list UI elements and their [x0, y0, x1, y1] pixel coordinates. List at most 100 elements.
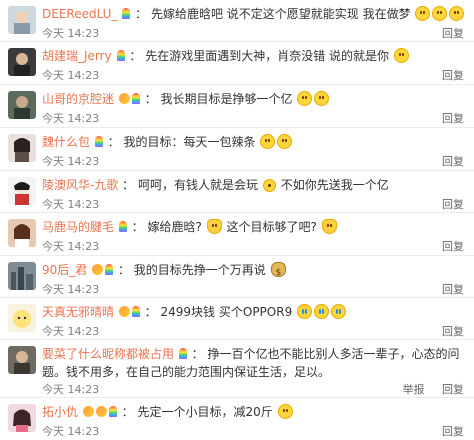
reply-button[interactable]: 回复 — [442, 283, 464, 296]
reply-button[interactable]: 回复 — [442, 69, 464, 82]
comment-body: 先定一个小目标，减20斤 — [137, 405, 273, 419]
comment-body: 2499块钱 买个OPPOR9 — [160, 305, 293, 319]
comment-body: 嫁给鹿晗? — [147, 220, 202, 234]
rainbow-badge-icon — [131, 93, 140, 104]
crying-emoji-icon — [314, 304, 330, 319]
comment-username[interactable]: 天真无邪晴晴 — [42, 305, 114, 319]
reply-button[interactable]: 回复 — [442, 198, 464, 211]
comment-body: 我长期目标是挣够一个亿 — [160, 92, 293, 106]
comment-text: 要菜了什么昵称都被占用 ： 挣一百个亿也不能比别人多活一辈子，心态的问题。钱不用… — [42, 347, 460, 379]
comment-item: 马鹿马的腱毛 ： 嫁给鹿晗? 这个目标够了吧? 今天 14:23 回复 — [0, 213, 474, 256]
comment-body: 先嫁给鹿晗吧 说不定这个愿望就能实现 我在做梦 — [150, 7, 411, 21]
emoji-icon — [262, 179, 276, 192]
emoji-icon — [314, 91, 330, 106]
comment-time: 今天 14:23 — [42, 283, 100, 296]
comment-time: 今天 14:23 — [42, 112, 100, 125]
comment-body-tail: 不如你先送我一个亿 — [280, 178, 389, 192]
cat-emoji-icon — [321, 219, 337, 234]
avatar[interactable] — [8, 262, 36, 290]
vip-badge-icon — [92, 264, 104, 275]
reply-button[interactable]: 回复 — [442, 112, 464, 125]
comment-username[interactable]: 胡建瑞_Jerry — [42, 49, 112, 63]
emoji-icon — [277, 404, 293, 419]
comment-username[interactable]: 山哥的京腔迷 — [42, 92, 114, 106]
rainbow-badge-icon — [118, 221, 127, 232]
comment-username[interactable]: DEEReedLU_ — [42, 7, 117, 21]
comment-time: 今天 14:23 — [42, 325, 100, 338]
comment-time: 今天 14:23 — [42, 240, 100, 253]
avatar[interactable] — [8, 177, 36, 205]
avatar[interactable] — [8, 304, 36, 332]
vip-badge-icon — [95, 406, 107, 417]
reply-button[interactable]: 回复 — [442, 155, 464, 168]
comment-time: 今天 14:23 — [42, 155, 100, 168]
emoji-icon — [277, 134, 293, 149]
rainbow-badge-icon — [116, 50, 125, 61]
comment-text: 天真无邪晴晴 ： 2499块钱 买个OPPOR9 — [42, 303, 466, 321]
crying-emoji-icon — [297, 304, 313, 319]
comment-body: 呵呵，有钱人就是会玩 — [138, 178, 259, 192]
report-button[interactable]: 举报 — [403, 383, 425, 396]
comment-item: 陵澳风华-九歌 ： 呵呵，有钱人就是会玩 不如你先送我一个亿 今天 14:23 … — [0, 171, 474, 213]
comment-item: 拓小仇 ： 先定一个小目标，减20斤 今天 14:23 回复 — [0, 398, 474, 440]
avatar[interactable] — [8, 91, 36, 119]
avatar[interactable] — [8, 48, 36, 76]
rainbow-badge-icon — [131, 306, 140, 317]
comment-body: 我的目标：每天一包辣条 — [123, 135, 256, 149]
comment-time: 今天 14:23 — [42, 198, 100, 211]
emoji-icon — [260, 134, 276, 149]
comment-text: DEEReedLU_ ： 先嫁给鹿晗吧 说不定这个愿望就能实现 我在做梦 — [42, 5, 466, 23]
comment-username[interactable]: 马鹿马的腱毛 — [42, 220, 114, 234]
comment-username[interactable]: 拓小仇 — [42, 405, 78, 419]
comment-item: 胡建瑞_Jerry ： 先在游戏里面遇到大神，肖奈没错 说的就是你 今天 14:… — [0, 42, 474, 85]
comment-text: 90后_君 ： 我的目标先挣一个万再说 — [42, 261, 466, 282]
comment-text: 陵澳风华-九歌 ： 呵呵，有钱人就是会玩 不如你先送我一个亿 — [42, 178, 389, 192]
vip-badge-icon — [82, 406, 94, 417]
comment-item: DEEReedLU_ ： 先嫁给鹿晗吧 说不定这个愿望就能实现 我在做梦 今天 … — [0, 0, 474, 42]
rainbow-badge-icon — [122, 8, 131, 19]
emoji-icon — [449, 6, 465, 21]
avatar[interactable] — [8, 6, 36, 34]
emoji-icon — [393, 48, 409, 63]
comment-text: 山哥的京腔迷 ： 我长期目标是挣够一个亿 — [42, 90, 466, 108]
avatar[interactable] — [8, 134, 36, 162]
reply-button[interactable]: 回复 — [442, 425, 464, 438]
reply-button[interactable]: 回复 — [442, 325, 464, 338]
rainbow-badge-icon — [108, 406, 117, 417]
comment-item: 天真无邪晴晴 ： 2499块钱 买个OPPOR9 今天 14:23 回复 — [0, 298, 474, 340]
rainbow-badge-icon — [94, 136, 103, 147]
reply-button[interactable]: 回复 — [442, 27, 464, 40]
rainbow-badge-icon — [178, 348, 187, 359]
comment-item: 要菜了什么昵称都被占用 ： 挣一百个亿也不能比别人多活一辈子，心态的问题。钱不用… — [0, 340, 474, 398]
avatar[interactable] — [8, 219, 36, 247]
vip-badge-icon — [118, 306, 130, 317]
comment-time: 今天 14:23 — [42, 425, 100, 438]
emoji-icon — [415, 6, 431, 21]
comment-username[interactable]: 魏什么包 — [42, 135, 90, 149]
comment-body: 我的目标先挣一个万再说 — [133, 263, 266, 277]
comment-item: 山哥的京腔迷 ： 我长期目标是挣够一个亿 今天 14:23 回复 — [0, 85, 474, 128]
avatar[interactable] — [8, 346, 36, 374]
comment-text: 拓小仇 ： 先定一个小目标，减20斤 — [42, 403, 466, 421]
vip-badge-icon — [118, 93, 130, 104]
cat-emoji-icon — [206, 219, 222, 234]
reply-button[interactable]: 回复 — [442, 240, 464, 253]
rainbow-badge-icon — [105, 264, 114, 275]
comment-time: 今天 14:23 — [42, 383, 100, 396]
comment-time: 今天 14:23 — [42, 27, 100, 40]
emoji-icon — [432, 6, 448, 21]
comment-text: 魏什么包 ： 我的目标：每天一包辣条 — [42, 133, 466, 151]
comment-item: 90后_君 ： 我的目标先挣一个万再说 今天 14:23 回复 — [0, 256, 474, 298]
comment-item: 魏什么包 ： 我的目标：每天一包辣条 今天 14:23 回复 — [0, 128, 474, 171]
comment-body-tail: 这个目标够了吧? — [226, 220, 317, 234]
reply-button[interactable]: 回复 — [442, 383, 464, 396]
comment-username[interactable]: 陵澳风华-九歌 — [42, 178, 118, 192]
comment-username[interactable]: 要菜了什么昵称都被占用 — [42, 347, 174, 361]
crying-emoji-icon — [331, 304, 347, 319]
money-bag-icon — [270, 262, 286, 282]
comment-username[interactable]: 90后_君 — [42, 263, 87, 277]
avatar[interactable] — [8, 404, 36, 432]
comment-text: 马鹿马的腱毛 ： 嫁给鹿晗? 这个目标够了吧? — [42, 218, 466, 236]
comment-time: 今天 14:23 — [42, 69, 100, 82]
comment-text: 胡建瑞_Jerry ： 先在游戏里面遇到大神，肖奈没错 说的就是你 — [42, 47, 466, 65]
